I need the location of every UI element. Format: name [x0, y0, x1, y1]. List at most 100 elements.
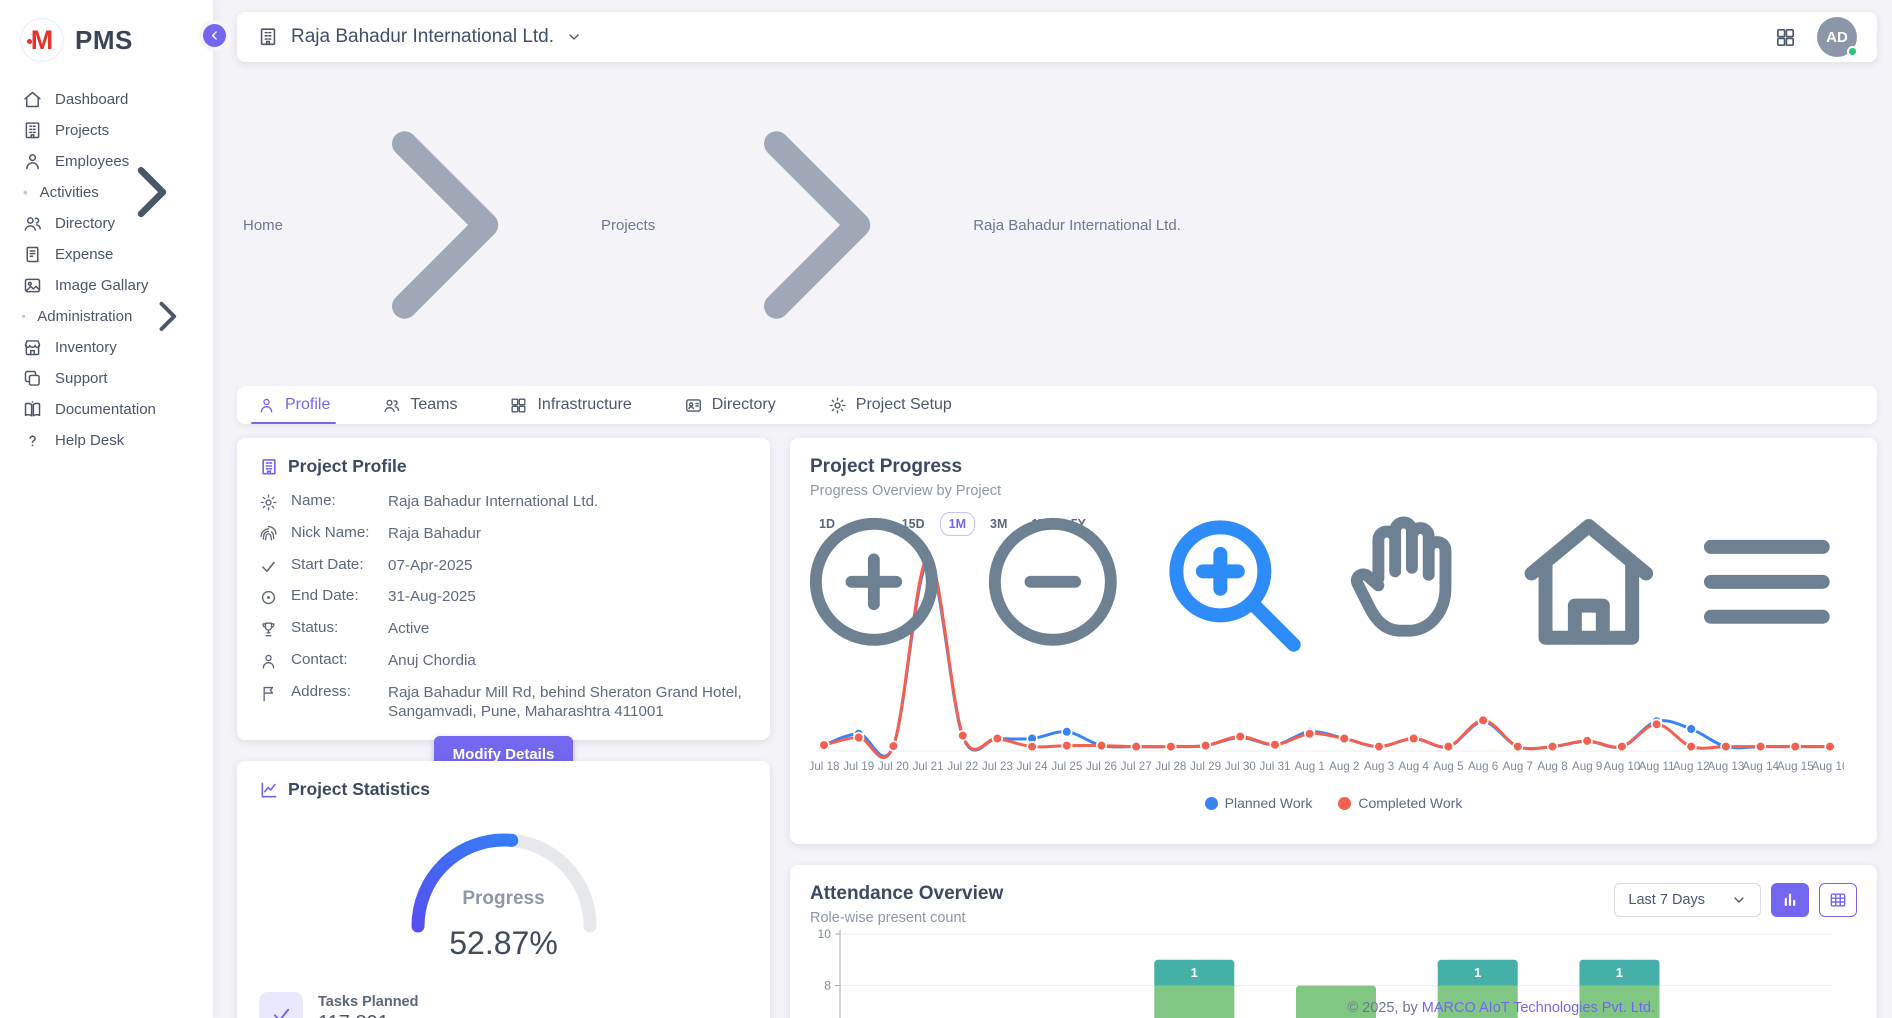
chevron-left-icon [208, 29, 221, 42]
svg-text:Jul 27: Jul 27 [1121, 760, 1152, 773]
chevron-right-icon [144, 293, 191, 340]
profile-fields: Name: Raja Bahadur International Ltd. Ni… [259, 492, 748, 722]
svg-text:Aug 16: Aug 16 [1812, 760, 1844, 773]
field-label: Name: [291, 492, 375, 509]
svg-text:Jul 19: Jul 19 [843, 760, 874, 773]
field-value: Raja Bahadur International Ltd. [388, 492, 748, 512]
avatar-initials: AD [1826, 29, 1848, 46]
svg-text:Aug 14: Aug 14 [1742, 760, 1779, 773]
field-value: Active [388, 619, 748, 639]
zoom-out-icon[interactable] [969, 498, 1137, 666]
svg-text:Aug 7: Aug 7 [1503, 760, 1533, 773]
company-link[interactable]: MARCO AIoT Technologies Pvt. Ltd. [1422, 1000, 1655, 1016]
breadcrumb-item-projects[interactable]: Projects [601, 217, 655, 234]
zoom-select-icon[interactable] [1147, 498, 1315, 666]
stat-label: Tasks Planned [318, 994, 418, 1010]
svg-text:Jul 20: Jul 20 [878, 760, 909, 773]
legend-swatch [1338, 797, 1351, 810]
sidebar-collapse-button[interactable] [203, 24, 226, 47]
svg-text:Jul 18: Jul 18 [810, 760, 839, 773]
top-bar: Raja Bahadur International Ltd. AD [237, 12, 1877, 62]
app-name: PMS [75, 25, 133, 56]
sidebar-item-label: Image Gallary [55, 277, 148, 294]
sidebar-item-label: Expense [55, 246, 113, 263]
sidebar-item-label: Help Desk [55, 432, 124, 449]
breadcrumb-separator-icon [664, 75, 964, 375]
field-value: Raja Bahadur [388, 524, 748, 544]
legend-label: Planned Work [1225, 795, 1313, 811]
sidebar-item-administration[interactable]: Administration [12, 301, 201, 331]
field-label: Nick Name: [291, 524, 375, 541]
chevron-down-icon [566, 29, 582, 45]
sidebar-item-help-desk[interactable]: Help Desk [12, 425, 201, 455]
footer: © 2025, by MARCO AIoT Technologies Pvt. … [1347, 1000, 1655, 1016]
attendance-title: Attendance Overview [810, 883, 1003, 905]
sidebar-item-activities[interactable]: Activities [12, 177, 201, 207]
svg-text:Aug 10: Aug 10 [1604, 760, 1641, 773]
field-value: 07-Apr-2025 [388, 556, 748, 576]
attendance-subtitle: Role-wise present count [810, 910, 1003, 926]
sidebar-item-support[interactable]: Support [12, 363, 201, 393]
building-icon [22, 120, 43, 141]
tab-directory[interactable]: Directory [678, 386, 782, 424]
svg-text:Jul 28: Jul 28 [1155, 760, 1186, 773]
sidebar-item-expense[interactable]: Expense [12, 239, 201, 269]
tab-project-setup[interactable]: Project Setup [822, 386, 958, 424]
project-progress-card: Project Progress Progress Overview by Pr… [790, 438, 1877, 844]
company-selector[interactable]: Raja Bahadur International Ltd. [257, 26, 582, 48]
tab-teams[interactable]: Teams [376, 386, 463, 424]
table-icon [1828, 890, 1848, 910]
svg-text:Aug 8: Aug 8 [1537, 760, 1567, 773]
line-chart-legend: Planned Work Completed Work [810, 795, 1857, 811]
tab-label: Profile [285, 396, 330, 414]
store-icon [22, 337, 43, 358]
apartment-icon [259, 457, 279, 477]
chevron-down-icon [1731, 892, 1747, 908]
company-name: Raja Bahadur International Ltd. [291, 26, 554, 48]
receipt-icon [22, 244, 43, 265]
gear-icon [259, 492, 278, 511]
sidebar-item-projects[interactable]: Projects [12, 115, 201, 145]
pan-icon[interactable] [1326, 498, 1494, 666]
field-value: 31-Aug-2025 [388, 587, 748, 607]
svg-text:Aug 2: Aug 2 [1329, 760, 1359, 773]
image-icon [22, 275, 43, 296]
attendance-chart[interactable]: 024681016 August11115 August14 August233… [810, 926, 1857, 1018]
date-range-select[interactable]: Last 7 Days [1614, 883, 1761, 917]
sidebar-item-label: Directory [55, 215, 115, 232]
sidebar-item-documentation[interactable]: Documentation [12, 394, 201, 424]
tab-infrastructure[interactable]: Infrastructure [503, 386, 637, 424]
person-icon [22, 151, 43, 172]
home-icon[interactable] [1505, 498, 1673, 666]
target-icon [259, 587, 278, 606]
svg-text:8: 8 [824, 979, 831, 993]
field-label: Address: [291, 683, 375, 700]
sidebar-item-label: Dashboard [55, 91, 128, 108]
svg-text:Jul 22: Jul 22 [947, 760, 978, 773]
tab-profile[interactable]: Profile [251, 386, 336, 424]
chart-line-icon [259, 780, 279, 800]
bar-view-button[interactable] [1771, 883, 1809, 917]
list-icon [22, 182, 28, 203]
legend-item-completed-work[interactable]: Completed Work [1338, 795, 1462, 811]
app-logo[interactable]: M PMS [0, 0, 213, 78]
project-profile-card: Project Profile Name: Raja Bahadur Inter… [237, 438, 770, 740]
fingerprint-icon [259, 524, 278, 543]
menu-icon[interactable] [1683, 498, 1851, 666]
sidebar-item-label: Support [55, 370, 108, 387]
building-icon [257, 26, 279, 48]
legend-item-planned-work[interactable]: Planned Work [1205, 795, 1313, 811]
user-avatar[interactable]: AD [1817, 17, 1857, 57]
sidebar-item-dashboard[interactable]: Dashboard [12, 84, 201, 114]
svg-text:1: 1 [1191, 965, 1198, 980]
person-icon [257, 396, 276, 415]
stat-value: 117,891 [318, 1012, 418, 1018]
bar-chart-icon [1780, 890, 1800, 910]
apps-grid-button[interactable] [1774, 26, 1797, 49]
grid-icon [1774, 26, 1797, 49]
zoom-in-icon[interactable] [790, 498, 958, 666]
table-view-button[interactable] [1819, 883, 1857, 917]
gauge-label: Progress [389, 888, 619, 910]
project-progress-title: Project Progress [810, 456, 1857, 478]
breadcrumb-item-home[interactable]: Home [243, 217, 283, 234]
